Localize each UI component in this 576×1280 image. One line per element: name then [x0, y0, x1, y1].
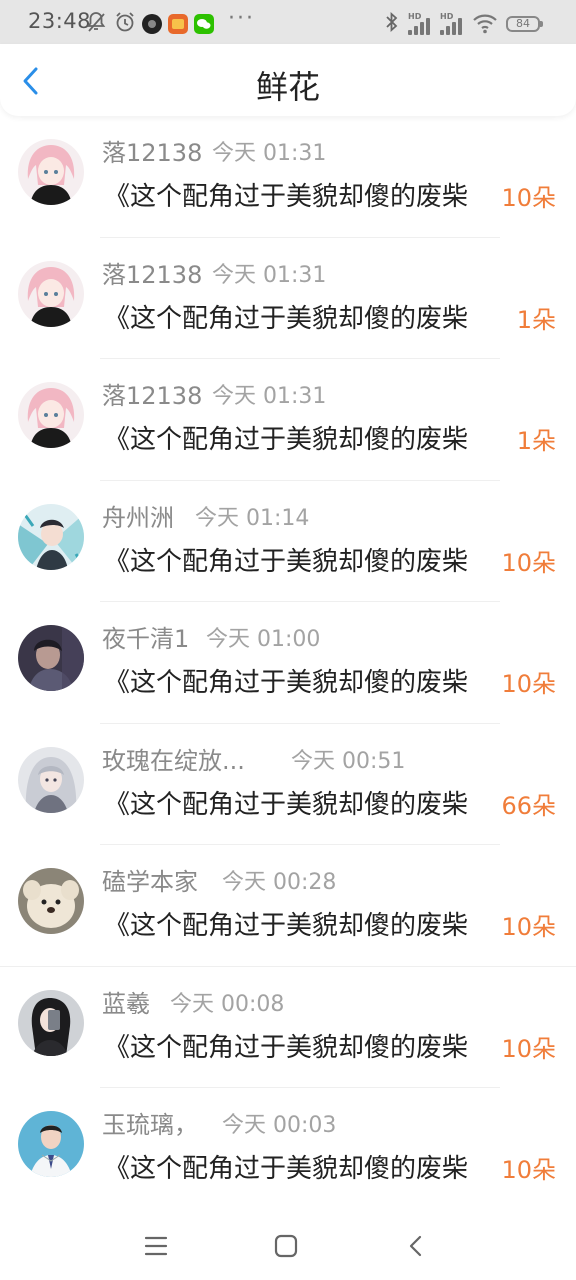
list-item[interactable]: 玫瑰在绽放... 今天 00:51 《这个配角过于美貌却傻的废柴 66朵	[0, 724, 576, 845]
list-item[interactable]: 夜千清1 今天 01:00 《这个配角过于美貌却傻的废柴 10朵	[0, 602, 576, 724]
list-item[interactable]: 舟州洲 今天 01:14 《这个配角过于美貌却傻的废柴 10朵	[0, 481, 576, 602]
status-bar: 23:48 ··· HD HD 84	[0, 0, 576, 44]
avatar[interactable]	[18, 1111, 84, 1177]
home-square-icon	[274, 1234, 298, 1258]
flower-count: 10朵	[501, 1034, 556, 1063]
avatar[interactable]	[18, 868, 84, 934]
send-time: 今天 01:31	[212, 262, 327, 288]
menu-button[interactable]	[136, 1226, 176, 1266]
sender-name[interactable]: 磕学本家	[102, 862, 198, 897]
wechat-app-icon	[194, 14, 214, 34]
book-title: 《这个配角过于美貌却傻的废柴	[104, 668, 469, 698]
avatar[interactable]	[18, 625, 84, 691]
send-time: 今天 00:51	[291, 748, 406, 774]
send-time: 今天 01:31	[212, 384, 327, 409]
sender-name[interactable]: 落12138	[102, 255, 202, 290]
system-nav-bar	[0, 1210, 576, 1280]
flower-count: 1朵	[516, 427, 556, 455]
avatar[interactable]	[18, 503, 84, 570]
flower-count: 10朵	[501, 670, 556, 698]
status-time: 23:48	[28, 9, 92, 33]
avatar[interactable]	[18, 139, 84, 205]
list-item[interactable]: 落12138 今天 01:31 《这个配角过于美貌却傻的废柴 1朵	[0, 359, 576, 481]
flower-list: 落12138 今天 01:31 《这个配角过于美貌却傻的废柴 10朵 落1213…	[0, 116, 576, 1210]
book-title: 《这个配角过于美貌却傻的废柴	[104, 1032, 469, 1063]
avatar[interactable]	[18, 260, 84, 327]
list-item[interactable]: 落12138 今天 01:31 《这个配角过于美貌却傻的废柴 1朵	[0, 238, 576, 359]
flower-count: 1朵	[516, 305, 556, 334]
signal-icon	[440, 15, 468, 35]
send-time: 今天 00:08	[170, 991, 285, 1017]
battery-icon: 84	[506, 16, 543, 32]
book-title: 《这个配角过于美貌却傻的废柴	[104, 911, 469, 941]
book-title: 《这个配角过于美貌却傻的废柴	[104, 425, 469, 455]
sender-name[interactable]: 夜千清1	[102, 619, 189, 654]
sender-name[interactable]: 落12138	[102, 376, 202, 411]
shopping-app-icon	[168, 14, 188, 34]
book-title: 《这个配角过于美貌却傻的废柴	[104, 303, 469, 334]
mute-bell-icon	[86, 11, 106, 38]
menu-icon	[144, 1236, 168, 1256]
sender-name[interactable]: 玉琉璃，	[102, 1105, 198, 1140]
book-title: 《这个配角过于美貌却傻的废柴	[104, 546, 469, 577]
sender-name[interactable]: 舟州洲	[102, 498, 174, 533]
book-title: 《这个配角过于美貌却傻的废柴	[104, 182, 469, 212]
send-time: 今天 01:31	[212, 141, 327, 166]
alarm-icon	[114, 11, 136, 38]
send-time: 今天 01:14	[195, 505, 310, 531]
home-button[interactable]	[266, 1226, 306, 1266]
avatar[interactable]	[18, 382, 84, 448]
bluetooth-icon	[384, 11, 400, 38]
book-title: 《这个配角过于美貌却傻的废柴	[104, 1154, 469, 1184]
page-title: 鲜花	[255, 68, 320, 106]
wifi-icon	[472, 12, 498, 39]
list-item[interactable]: 玉琉璃， 今天 00:03 《这个配角过于美貌却傻的废柴 10朵	[0, 1088, 576, 1210]
flower-count: 10朵	[501, 548, 556, 577]
flower-count: 10朵	[501, 184, 556, 212]
flower-count: 66朵	[501, 791, 556, 820]
system-back-button[interactable]	[396, 1226, 436, 1266]
more-dots-icon: ···	[228, 6, 255, 31]
top-bar: 鲜花	[0, 44, 576, 116]
sender-name[interactable]: 落12138	[102, 133, 202, 168]
list-item[interactable]: 落12138 今天 01:31 《这个配角过于美貌却傻的废柴 10朵	[0, 116, 576, 238]
list-item[interactable]: 磕学本家 今天 00:28 《这个配角过于美貌却傻的废柴 10朵	[0, 845, 576, 967]
sender-name[interactable]: 蓝羲	[102, 984, 150, 1019]
flower-count: 10朵	[501, 1156, 556, 1184]
flower-count: 10朵	[501, 913, 556, 941]
book-title: 《这个配角过于美貌却傻的废柴	[104, 789, 469, 820]
sender-name[interactable]: 玫瑰在绽放...	[102, 741, 245, 776]
camera-app-icon	[142, 14, 162, 34]
back-triangle-icon	[409, 1235, 422, 1257]
avatar[interactable]	[18, 746, 84, 813]
send-time: 今天 01:00	[206, 627, 321, 652]
send-time: 今天 00:28	[222, 870, 337, 895]
avatar[interactable]	[18, 989, 84, 1056]
signal-icon	[408, 15, 436, 35]
send-time: 今天 00:03	[222, 1113, 337, 1138]
list-item[interactable]: 蓝羲 今天 00:08 《这个配角过于美貌却傻的废柴 10朵	[0, 967, 576, 1088]
